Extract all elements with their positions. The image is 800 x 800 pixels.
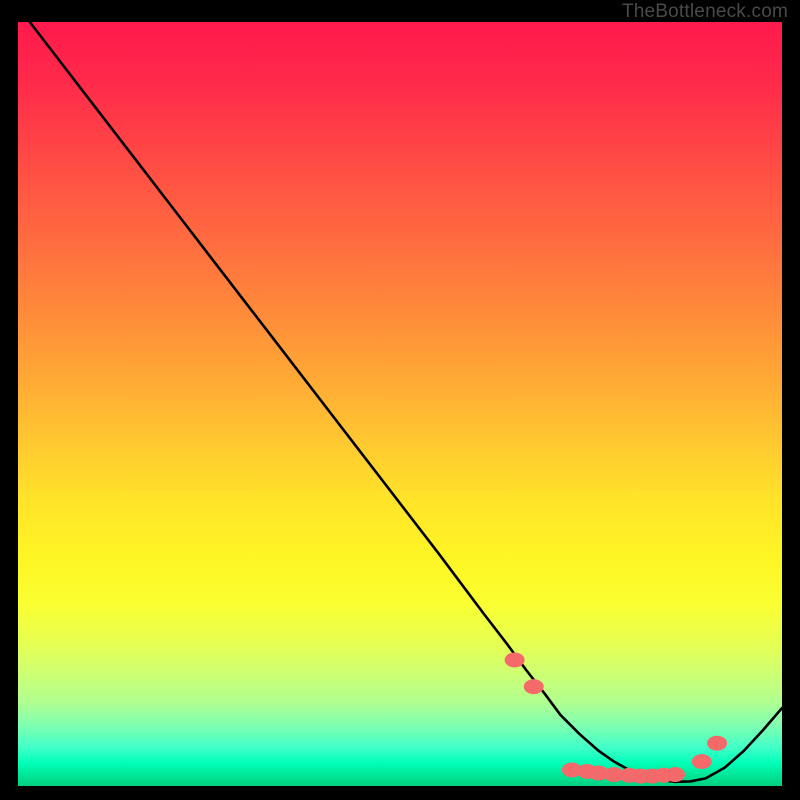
plot-area [18, 22, 782, 786]
watermark-text: TheBottleneck.com [622, 1, 788, 23]
chart-container: TheBottleneck.com [0, 0, 800, 800]
heatmap-gradient [18, 22, 782, 786]
